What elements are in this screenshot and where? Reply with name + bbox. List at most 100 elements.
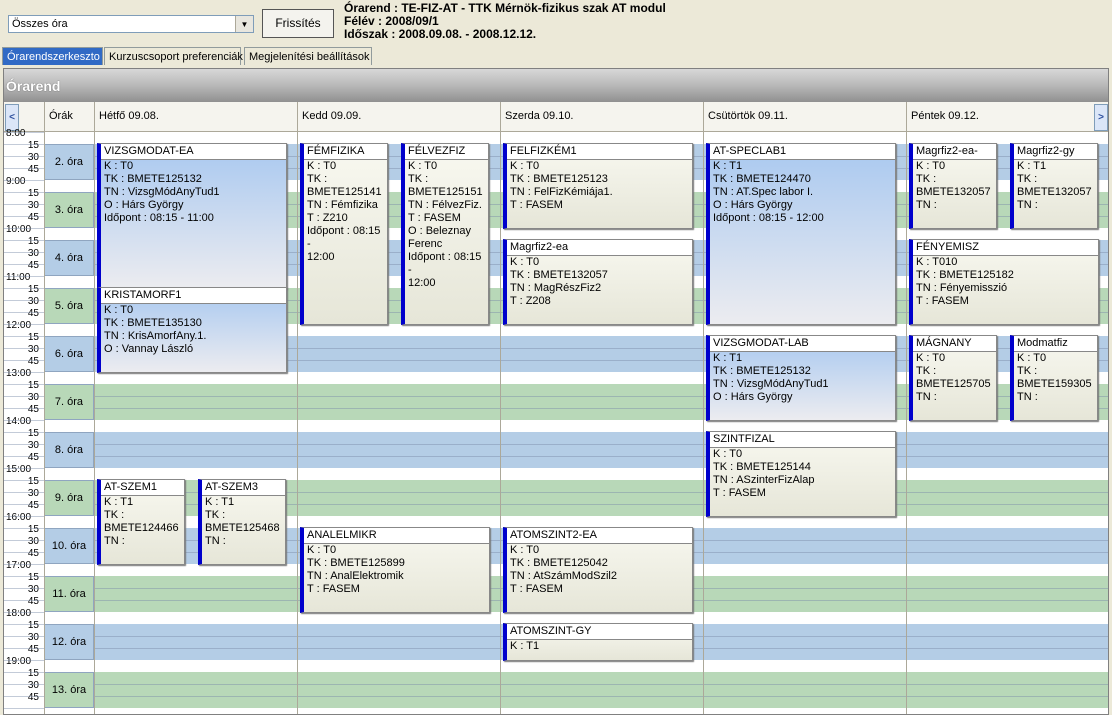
event-detail: T : FASEM [916, 295, 969, 307]
time-tick: 15 [27, 428, 39, 439]
row-line [4, 228, 44, 229]
course-event[interactable]: SZINTFIZAL K : T0 TK : BMETE125144 TN : ASz… [706, 431, 896, 517]
row-line [4, 564, 44, 565]
next-week-button[interactable]: > [1094, 104, 1108, 131]
event-detail: T : FASEM [713, 487, 766, 499]
event-detail: TK : [205, 509, 226, 521]
time-tick: 15 [27, 140, 39, 151]
event-detail: TK : BMETE125182 [916, 269, 1014, 281]
tab-display-settings[interactable]: Megjelenítési beállítások [244, 47, 372, 65]
prev-week-button[interactable]: < [5, 104, 19, 131]
course-event[interactable]: ATOMSZINT2-EA K : T0 TK : BMETE125042 TN : … [503, 527, 693, 613]
tab-timetable-editor[interactable]: Órarendszerkeszto [2, 47, 103, 65]
course-event[interactable]: FÉNYEMISZ K : T010 TK : BMETE125182 TN : Fé… [909, 239, 1099, 325]
course-event[interactable]: KRISTAMORF1 K : T0 TK : BMETE135130 TN : Kr… [97, 287, 287, 373]
event-detail: K : T1 [205, 496, 235, 508]
event-title: Magrfiz2-gy [1014, 144, 1097, 160]
chevron-down-icon[interactable]: ▼ [235, 16, 253, 32]
course-event[interactable]: AT-SZEM3 K : T1 TK : BMETE125468 TN : [198, 479, 286, 565]
row-line [4, 672, 44, 673]
course-event[interactable]: AT-SZEM1 K : T1 TK : BMETE124466 TN : [97, 479, 185, 565]
course-event[interactable]: VIZSGMODAT-EA K : T0 TK : BMETE125132 TN : … [97, 143, 287, 289]
event-detail: O : Beleznay [408, 225, 471, 237]
time-tick: 45 [27, 596, 39, 607]
course-event[interactable]: AT-SPECLAB1 K : T1 TK : BMETE124470 TN : AT… [706, 143, 896, 325]
event-detail: TN : AT.Spec labor I. [713, 186, 814, 198]
event-detail: O : Hárs György [713, 199, 793, 211]
time-tick: 19:00 [6, 656, 32, 667]
course-event[interactable]: FELFIZKÉM1 K : T0 TK : BMETE125123 TN : Fel… [503, 143, 693, 229]
event-detail: BMETE125705 [916, 378, 991, 390]
row-line [4, 528, 44, 529]
course-event[interactable]: VIZSGMODAT-LAB K : T1 TK : BMETE125132 TN :… [706, 335, 896, 421]
time-tick: 30 [27, 200, 39, 211]
row-line [4, 192, 44, 193]
grid-body: 8:00 15 30 45 9:00 15 30 45 10:00 15 30 45 11:00 15 30… [4, 128, 1108, 714]
time-tick: 30 [27, 584, 39, 595]
event-detail: 12:00 [307, 251, 335, 263]
course-event[interactable]: ATOMSZINT-GY K : T1 [503, 623, 693, 661]
time-tick: 45 [27, 308, 39, 319]
event-detail: TN : ASzinterFizAlap [713, 474, 815, 486]
time-tick: 30 [27, 152, 39, 163]
row-line [4, 600, 44, 601]
event-title: ANALELMIKR [304, 528, 489, 544]
event-title: MÁGNANY [913, 336, 996, 352]
time-tick: 30 [27, 488, 39, 499]
event-detail: K : T1 [1017, 160, 1047, 172]
time-tick: 30 [27, 632, 39, 643]
slot-line [94, 456, 1108, 457]
event-title: Magrfiz2-ea [507, 240, 692, 256]
row-line [4, 492, 44, 493]
event-detail: TN : FélvezFiz. [408, 199, 482, 211]
period-cell: 11. óra [44, 576, 94, 612]
time-tick: 45 [27, 548, 39, 559]
course-event[interactable]: Magrfiz2-ea K : T0 TK : BMETE132057 TN : Ma… [503, 239, 693, 325]
tab-course-group-preferences[interactable]: Kurzuscsoport preferenciák [104, 47, 243, 65]
event-title: FÉMFIZIKA [304, 144, 387, 160]
event-detail: K : T010 [916, 256, 958, 268]
period-filter-select[interactable]: Összes óra ▼ [8, 15, 254, 33]
course-event[interactable]: Magrfiz2-gy K : T1 TK : BMETE132057 TN : [1010, 143, 1098, 229]
time-tick: 30 [27, 248, 39, 259]
time-tick: 15 [27, 380, 39, 391]
course-event[interactable]: FÉLVEZFIZ K : T0 TK : BMETE125151 TN : Félve… [401, 143, 489, 325]
row-line [4, 372, 44, 373]
event-detail: BMETE132057 [1017, 186, 1092, 198]
event-title: FELFIZKÉM1 [507, 144, 692, 160]
refresh-button[interactable]: Frissítés [262, 9, 334, 38]
row-line [4, 264, 44, 265]
row-line [4, 180, 44, 181]
event-detail: T : FASEM [510, 583, 563, 595]
event-detail: T : FASEM [307, 583, 360, 595]
event-title: FÉLVEZFIZ [405, 144, 488, 160]
course-event[interactable]: ANALELMIKR K : T0 TK : BMETE125899 TN : Ana… [300, 527, 490, 613]
event-detail: O : Hárs György [104, 199, 184, 211]
course-event[interactable]: MÁGNANY K : T0 TK : BMETE125705 TN : [909, 335, 997, 421]
tab-bar: Órarendszerkeszto Kurzuscsoport preferen… [0, 47, 1112, 66]
period-cell: 13. óra [44, 672, 94, 708]
event-detail: K : T0 [916, 352, 946, 364]
time-tick: 30 [27, 392, 39, 403]
row-line [4, 396, 44, 397]
time-tick: 9:00 [6, 176, 26, 187]
column-separator [500, 132, 501, 714]
course-event[interactable]: Modmatfiz K : T0 TK : BMETE159305 TN : [1010, 335, 1098, 421]
event-detail: TN : FelFizKémiája1. [510, 186, 613, 198]
row-line [4, 684, 44, 685]
period-range: Időszak : 2008.09.08. - 2008.12.12. [344, 27, 537, 41]
course-event[interactable]: Magrfiz2-ea- K : T0 TK : BMETE132057 TN : [909, 143, 997, 229]
event-title: ATOMSZINT2-EA [507, 528, 692, 544]
event-detail: BMETE124466 [104, 522, 179, 534]
row-line [4, 360, 44, 361]
time-tick: 45 [27, 260, 39, 271]
event-title: VIZSGMODAT-LAB [710, 336, 895, 352]
course-event[interactable]: FÉMFIZIKA K : T0 TK : BMETE125141 TN : Fémfi… [300, 143, 388, 325]
day-header-monday: Hétfő 09.08. [94, 102, 297, 131]
event-detail: T : FASEM [510, 199, 563, 211]
period-cell: 7. óra [44, 384, 94, 420]
periods-column-header: Órák [44, 102, 94, 131]
time-tick: 13:00 [6, 368, 32, 379]
event-detail: K : T0 [510, 160, 540, 172]
row-line [4, 168, 44, 169]
